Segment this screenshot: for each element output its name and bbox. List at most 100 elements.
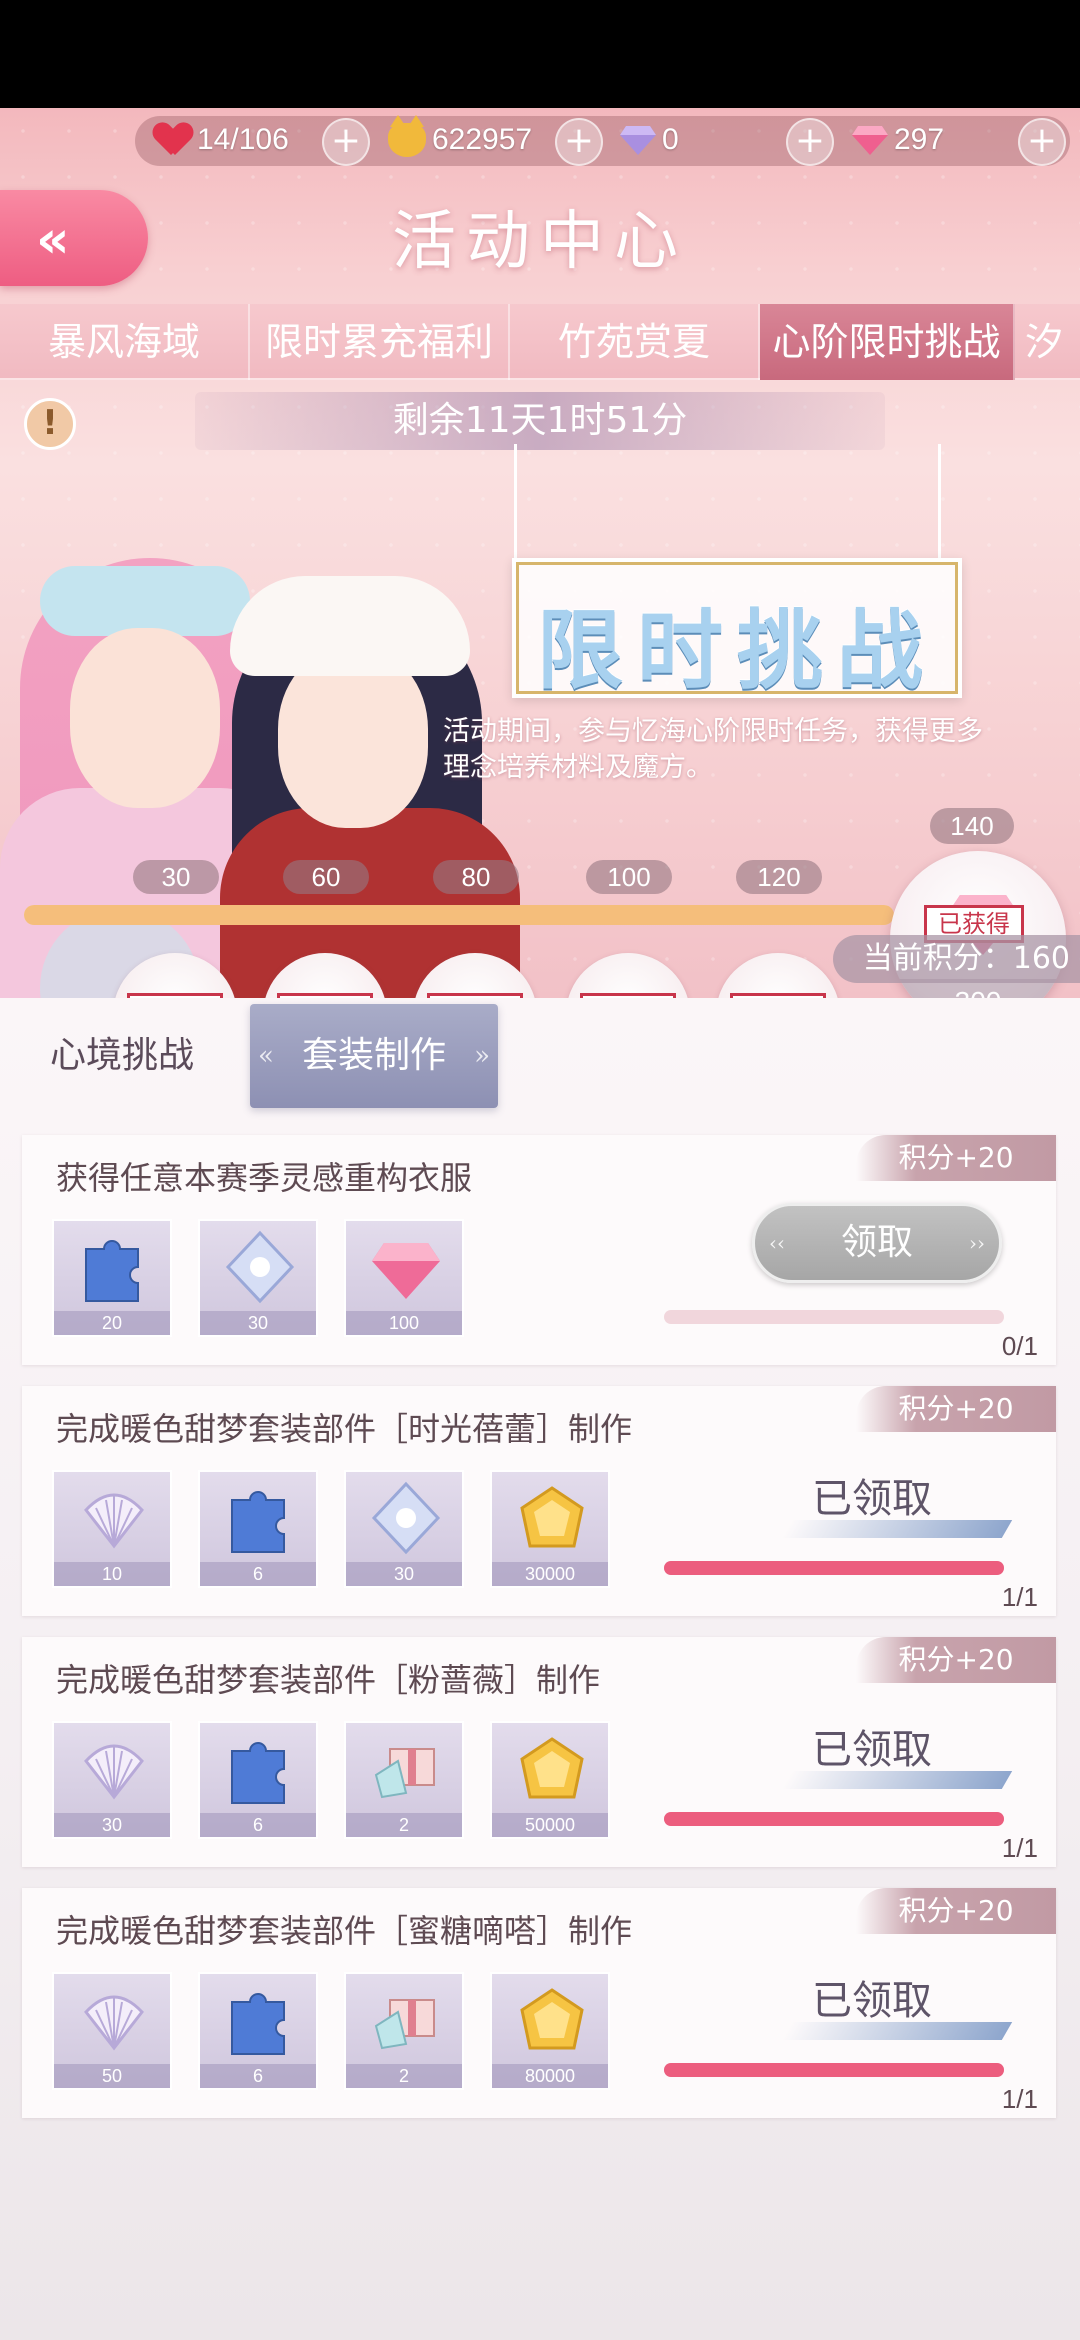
add-diamonds-button[interactable]: + xyxy=(1018,118,1066,166)
crystal-icon xyxy=(225,1230,295,1304)
puzzle-icon xyxy=(231,1742,285,1804)
sign-text: 限时挑战 xyxy=(537,601,937,701)
claimed-brush-stroke xyxy=(781,2022,1013,2040)
score-tag: 积分+20 xyxy=(856,1135,1056,1181)
crystal-value: 0 xyxy=(662,123,679,156)
add-stamina-button[interactable]: + xyxy=(322,118,370,166)
claimed-brush-stroke xyxy=(781,1520,1013,1538)
tab-bamboo-summer[interactable]: 竹苑赏夏 xyxy=(510,304,760,380)
reward-item[interactable]: 6 xyxy=(198,1470,318,1588)
item-count: 50000 xyxy=(492,1813,608,1837)
reward-item[interactable]: 30000 xyxy=(490,1470,610,1588)
score-tag: 积分+20 xyxy=(856,1888,1056,1934)
coin-resource: 622957 xyxy=(388,115,533,162)
crystal-icon xyxy=(371,1481,441,1555)
claim-button[interactable]: ‹‹ 领取 ›› xyxy=(752,1203,1002,1283)
item-count: 30 xyxy=(200,1311,316,1335)
info-icon[interactable]: ! xyxy=(24,398,76,450)
reward-item[interactable]: 6 xyxy=(198,1972,318,2090)
final-milestone-threshold: 140 xyxy=(930,808,1014,844)
tab-heart-challenge[interactable]: 心阶限时挑战 xyxy=(760,304,1015,380)
task-card: 完成暖色甜梦套装部件［蜜糖嘀嗒］制作 积分+20 50 6 2 80000 已领… xyxy=(22,1888,1056,2118)
task-progress-fill xyxy=(664,1812,1004,1826)
puzzle-icon xyxy=(231,1491,285,1553)
reward-item[interactable]: 2 xyxy=(344,1721,464,1839)
limited-challenge-sign: 限时挑战 xyxy=(512,558,962,701)
status-bar xyxy=(0,0,1080,108)
reward-item[interactable]: 100 xyxy=(344,1219,464,1337)
add-coins-button[interactable]: + xyxy=(555,118,603,166)
task-progress-ratio: 0/1 xyxy=(1001,1331,1038,1361)
sign-string xyxy=(938,444,941,564)
item-count: 50 xyxy=(54,2064,170,2088)
diamond-resource: 297 xyxy=(852,118,944,162)
reward-item[interactable]: 10 xyxy=(52,1470,172,1588)
gold-coin-icon xyxy=(520,1988,584,2050)
task-title: 获得任意本赛季灵感重构衣服 xyxy=(56,1159,473,1197)
milestone-reward[interactable]: 已获得 30 xyxy=(716,953,840,998)
current-score: 当前积分：160 xyxy=(832,935,1080,983)
reward-item[interactable]: 30 xyxy=(198,1219,318,1337)
task-progress-fill xyxy=(664,2063,1004,2077)
reward-item[interactable]: 2 xyxy=(344,1972,464,2090)
score-tag: 积分+20 xyxy=(856,1637,1056,1683)
tab-storm-sea[interactable]: 暴风海域 xyxy=(0,304,250,380)
arrow-left-icon: ‹‹ xyxy=(769,1231,785,1255)
item-count: 2 xyxy=(346,2064,462,2088)
item-count: 30 xyxy=(346,1562,462,1586)
subtab-suit-crafting[interactable]: « 套装制作 » xyxy=(250,1004,498,1108)
crystal-resource: 0 xyxy=(620,118,679,162)
item-count: 10 xyxy=(54,1562,170,1586)
subtab-mind-challenge[interactable]: 心境挑战 xyxy=(50,1004,194,1108)
back-button[interactable]: « xyxy=(0,190,148,286)
reward-item[interactable]: 20 xyxy=(52,1219,172,1337)
reward-item[interactable]: 6 xyxy=(198,1721,318,1839)
double-chevron-left-icon: « xyxy=(36,210,70,270)
item-count: 2 xyxy=(346,1813,462,1837)
arrow-right-icon: ›› xyxy=(969,1231,985,1255)
countdown-timer: 剩余11天1时51分 xyxy=(195,392,885,450)
item-count: 30000 xyxy=(492,1562,608,1586)
task-progress-bar xyxy=(664,1310,1004,1324)
tab-recharge-bonus[interactable]: 限时累充福利 xyxy=(250,304,510,380)
milestone-threshold: 30 xyxy=(133,860,219,894)
stamina-value: 14/106 xyxy=(197,123,289,156)
milestone-threshold: 80 xyxy=(433,860,519,894)
milestone-progress-fill xyxy=(24,905,894,925)
purple-diamond-icon xyxy=(620,124,656,156)
diamond-icon xyxy=(372,1243,440,1299)
task-progress-bar xyxy=(664,1561,1004,1575)
claimed-status: 已领取 xyxy=(812,1978,932,2024)
reward-item[interactable]: 50 xyxy=(52,1972,172,2090)
reward-item[interactable]: 80000 xyxy=(490,1972,610,2090)
task-title: 完成暖色甜梦套装部件［蜜糖嘀嗒］制作 xyxy=(56,1912,633,1950)
reward-item[interactable]: 30 xyxy=(344,1470,464,1588)
milestone-reward[interactable]: 已获得 80 xyxy=(566,953,690,998)
claimed-status: 已领取 xyxy=(812,1727,932,1773)
sign-string xyxy=(514,444,517,564)
reward-item[interactable]: 30 xyxy=(52,1721,172,1839)
task-progress-bar xyxy=(664,2063,1004,2077)
puzzle-icon xyxy=(231,1993,285,2055)
character-pink-headband xyxy=(40,566,250,636)
reward-item[interactable]: 50000 xyxy=(490,1721,610,1839)
task-progress-ratio: 1/1 xyxy=(1001,2084,1038,2114)
task-title: 完成暖色甜梦套装部件［时光蓓蕾］制作 xyxy=(56,1410,633,1448)
shell-icon xyxy=(84,1995,144,2051)
shell-icon xyxy=(84,1493,144,1549)
event-description: 活动期间，参与忆海心阶限时任务，获得更多理念培养材料及魔方。 xyxy=(443,716,983,783)
gold-coin-icon xyxy=(520,1737,584,1799)
subtab-suit-crafting-label: 套装制作 xyxy=(301,1035,446,1076)
character-dark-beret xyxy=(230,576,470,676)
coin-value: 622957 xyxy=(432,123,533,156)
item-count: 6 xyxy=(200,2064,316,2088)
event-header-area: 14/106 + 622957 + 0 + 297 + « 活动中心 暴风海域 … xyxy=(0,108,1080,998)
heart-icon xyxy=(155,123,191,157)
tab-more[interactable]: 汐 xyxy=(1015,304,1080,380)
item-count: 30 xyxy=(54,1813,170,1837)
task-progress-ratio: 1/1 xyxy=(1001,1833,1038,1863)
chevron-right-icon: » xyxy=(474,1041,490,1071)
puzzle-icon xyxy=(85,1240,139,1302)
task-progress-bar xyxy=(664,1812,1004,1826)
add-crystals-button[interactable]: + xyxy=(786,118,834,166)
